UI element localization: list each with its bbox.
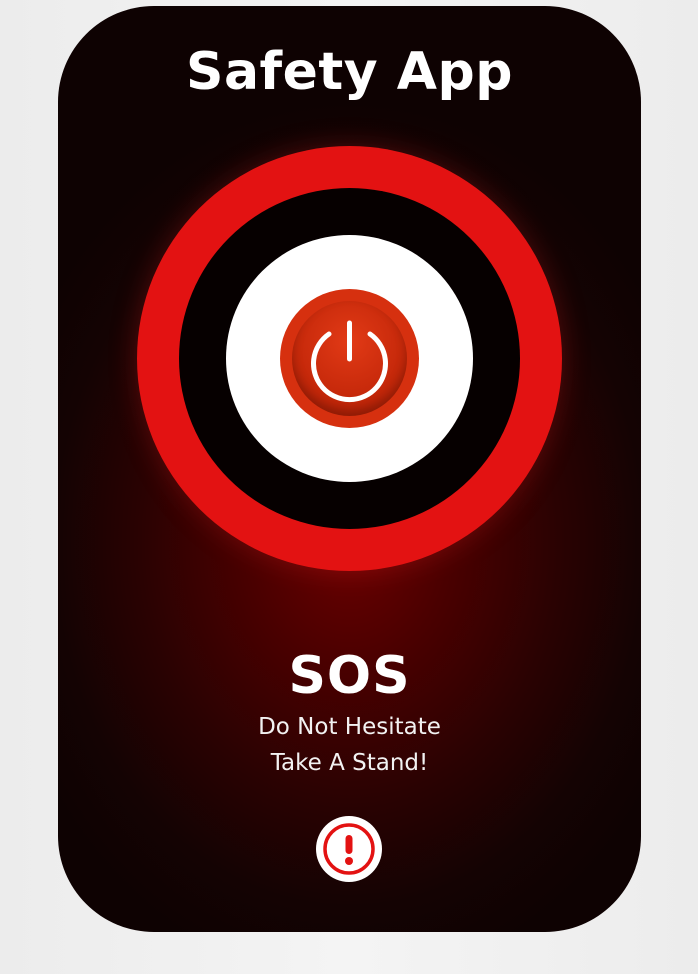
sos-inner-disc <box>226 235 473 482</box>
screen: Safety App SOS Do Not Hesitate Take A St… <box>0 0 698 974</box>
alert-button[interactable] <box>316 816 382 882</box>
exclamation-circle-icon <box>323 823 375 875</box>
power-button-face <box>292 301 407 416</box>
tagline-line-1: Do Not Hesitate <box>258 714 441 740</box>
app-title: Safety App <box>186 42 513 102</box>
power-icon <box>311 320 388 403</box>
app-card: Safety App SOS Do Not Hesitate Take A St… <box>58 6 641 932</box>
sos-title: SOS <box>288 646 411 706</box>
sos-outer-ring <box>137 146 562 571</box>
tagline-line-2: Take A Stand! <box>270 750 429 776</box>
sos-power-button[interactable] <box>280 289 419 428</box>
sos-middle-ring <box>179 188 520 529</box>
